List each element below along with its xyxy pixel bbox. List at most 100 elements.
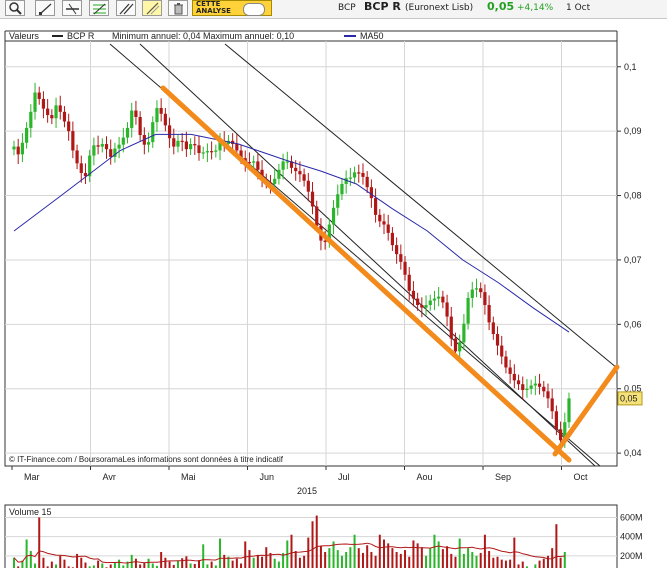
- volume-bar: [193, 563, 196, 568]
- last-price-tag-label: 0,05: [620, 393, 638, 403]
- volume-bar: [412, 540, 415, 568]
- candle-up: [117, 144, 121, 149]
- volume-bar: [458, 538, 461, 568]
- volume-bar: [34, 563, 37, 568]
- candle-down: [167, 125, 172, 139]
- candle-up: [25, 127, 29, 143]
- volume-bar: [433, 534, 436, 568]
- volume-bar: [450, 553, 453, 568]
- legend-series-name: BCP R: [67, 31, 95, 41]
- volume-bar: [349, 547, 352, 568]
- y-tick-label: 0,09: [624, 126, 642, 136]
- volume-bar: [76, 553, 79, 568]
- volume-bar: [483, 534, 486, 568]
- candle-up: [12, 146, 16, 150]
- volume-bar: [345, 551, 348, 568]
- volume-bar: [429, 548, 432, 568]
- candle-up: [567, 398, 571, 423]
- candle-down: [537, 383, 542, 387]
- volume-bar: [441, 549, 444, 568]
- year-label: 2015: [297, 486, 317, 496]
- volume-bar: [504, 560, 507, 568]
- candle-down: [180, 140, 184, 143]
- candle-down: [479, 288, 483, 293]
- volume-bar: [425, 555, 428, 568]
- volume-tick-label: 200M: [620, 551, 643, 561]
- candle-down: [378, 214, 382, 222]
- candle-down: [67, 121, 71, 132]
- candle-up: [466, 297, 470, 324]
- candle-down: [256, 161, 260, 170]
- candle-down: [134, 110, 138, 117]
- volume-bar: [311, 521, 314, 568]
- candle-down: [50, 115, 54, 119]
- volume-bar: [319, 546, 322, 568]
- candle-down: [159, 107, 163, 114]
- candle-down: [399, 254, 403, 262]
- candle-down: [104, 144, 109, 150]
- legend-annual-range: Minimum annuel: 0,04 Maximum annuel: 0,1…: [112, 31, 294, 41]
- candle-up: [92, 145, 96, 156]
- candle-up: [281, 161, 285, 170]
- candle-down: [193, 144, 197, 146]
- candle-up: [462, 323, 466, 343]
- volume-bar: [357, 548, 360, 568]
- volume-bar: [420, 547, 423, 568]
- volume-bar: [223, 554, 226, 568]
- copyright-note: © IT-Finance.com / BoursoramaLes informa…: [9, 455, 284, 464]
- volume-bar: [517, 564, 520, 568]
- candle-down: [365, 176, 369, 188]
- volume-bar: [538, 560, 541, 568]
- volume-bar: [395, 551, 398, 568]
- candle-down: [416, 298, 420, 306]
- candle-up: [352, 172, 357, 178]
- volume-bar: [500, 559, 503, 568]
- volume-tick-label: 400M: [620, 532, 643, 542]
- volume-bar: [80, 557, 83, 568]
- x-axis-labels: Mar Avr Mai Jun Jul Aou Sep Oct: [24, 472, 588, 482]
- candle-up: [285, 161, 289, 163]
- volume-bar: [63, 559, 66, 568]
- candle-down: [71, 131, 75, 151]
- candle-down: [306, 180, 310, 192]
- volume-bar: [488, 551, 491, 568]
- volume-bar: [471, 551, 474, 568]
- candle-up: [155, 107, 159, 123]
- candle-up: [533, 383, 537, 386]
- volume-bar: [298, 557, 301, 568]
- candle-up: [33, 92, 37, 112]
- volume-bar: [361, 552, 364, 568]
- volume-bar: [55, 564, 58, 568]
- candle-up: [176, 140, 180, 147]
- candle-down: [521, 384, 525, 391]
- volume-bar: [25, 539, 28, 568]
- candle-down: [487, 305, 491, 323]
- candle-down: [172, 138, 176, 147]
- volume-bar: [391, 548, 394, 568]
- volume-bar: [231, 560, 234, 568]
- volume-bar: [185, 556, 188, 568]
- candle-down: [386, 224, 390, 233]
- volume-bar: [294, 551, 297, 568]
- candle-up: [54, 105, 58, 119]
- volume-bar: [340, 555, 343, 568]
- volume-bar: [181, 558, 184, 568]
- candle-down: [542, 386, 546, 392]
- candle-up: [130, 110, 134, 128]
- candle-down: [41, 98, 46, 109]
- candle-up: [20, 142, 25, 155]
- volume-bar: [521, 561, 524, 568]
- candle-down: [504, 356, 508, 368]
- candle-up: [252, 161, 256, 163]
- candle-down: [79, 163, 83, 174]
- volume-bar: [42, 557, 45, 568]
- volume-bar: [454, 556, 457, 568]
- volume-bar: [479, 552, 482, 568]
- candle-down: [298, 171, 302, 175]
- volume-bar: [462, 553, 465, 568]
- volume-bar: [50, 561, 53, 568]
- volume-bar: [206, 564, 209, 568]
- candle-down: [449, 316, 453, 339]
- volume-bar: [101, 563, 104, 568]
- candle-up: [336, 194, 340, 208]
